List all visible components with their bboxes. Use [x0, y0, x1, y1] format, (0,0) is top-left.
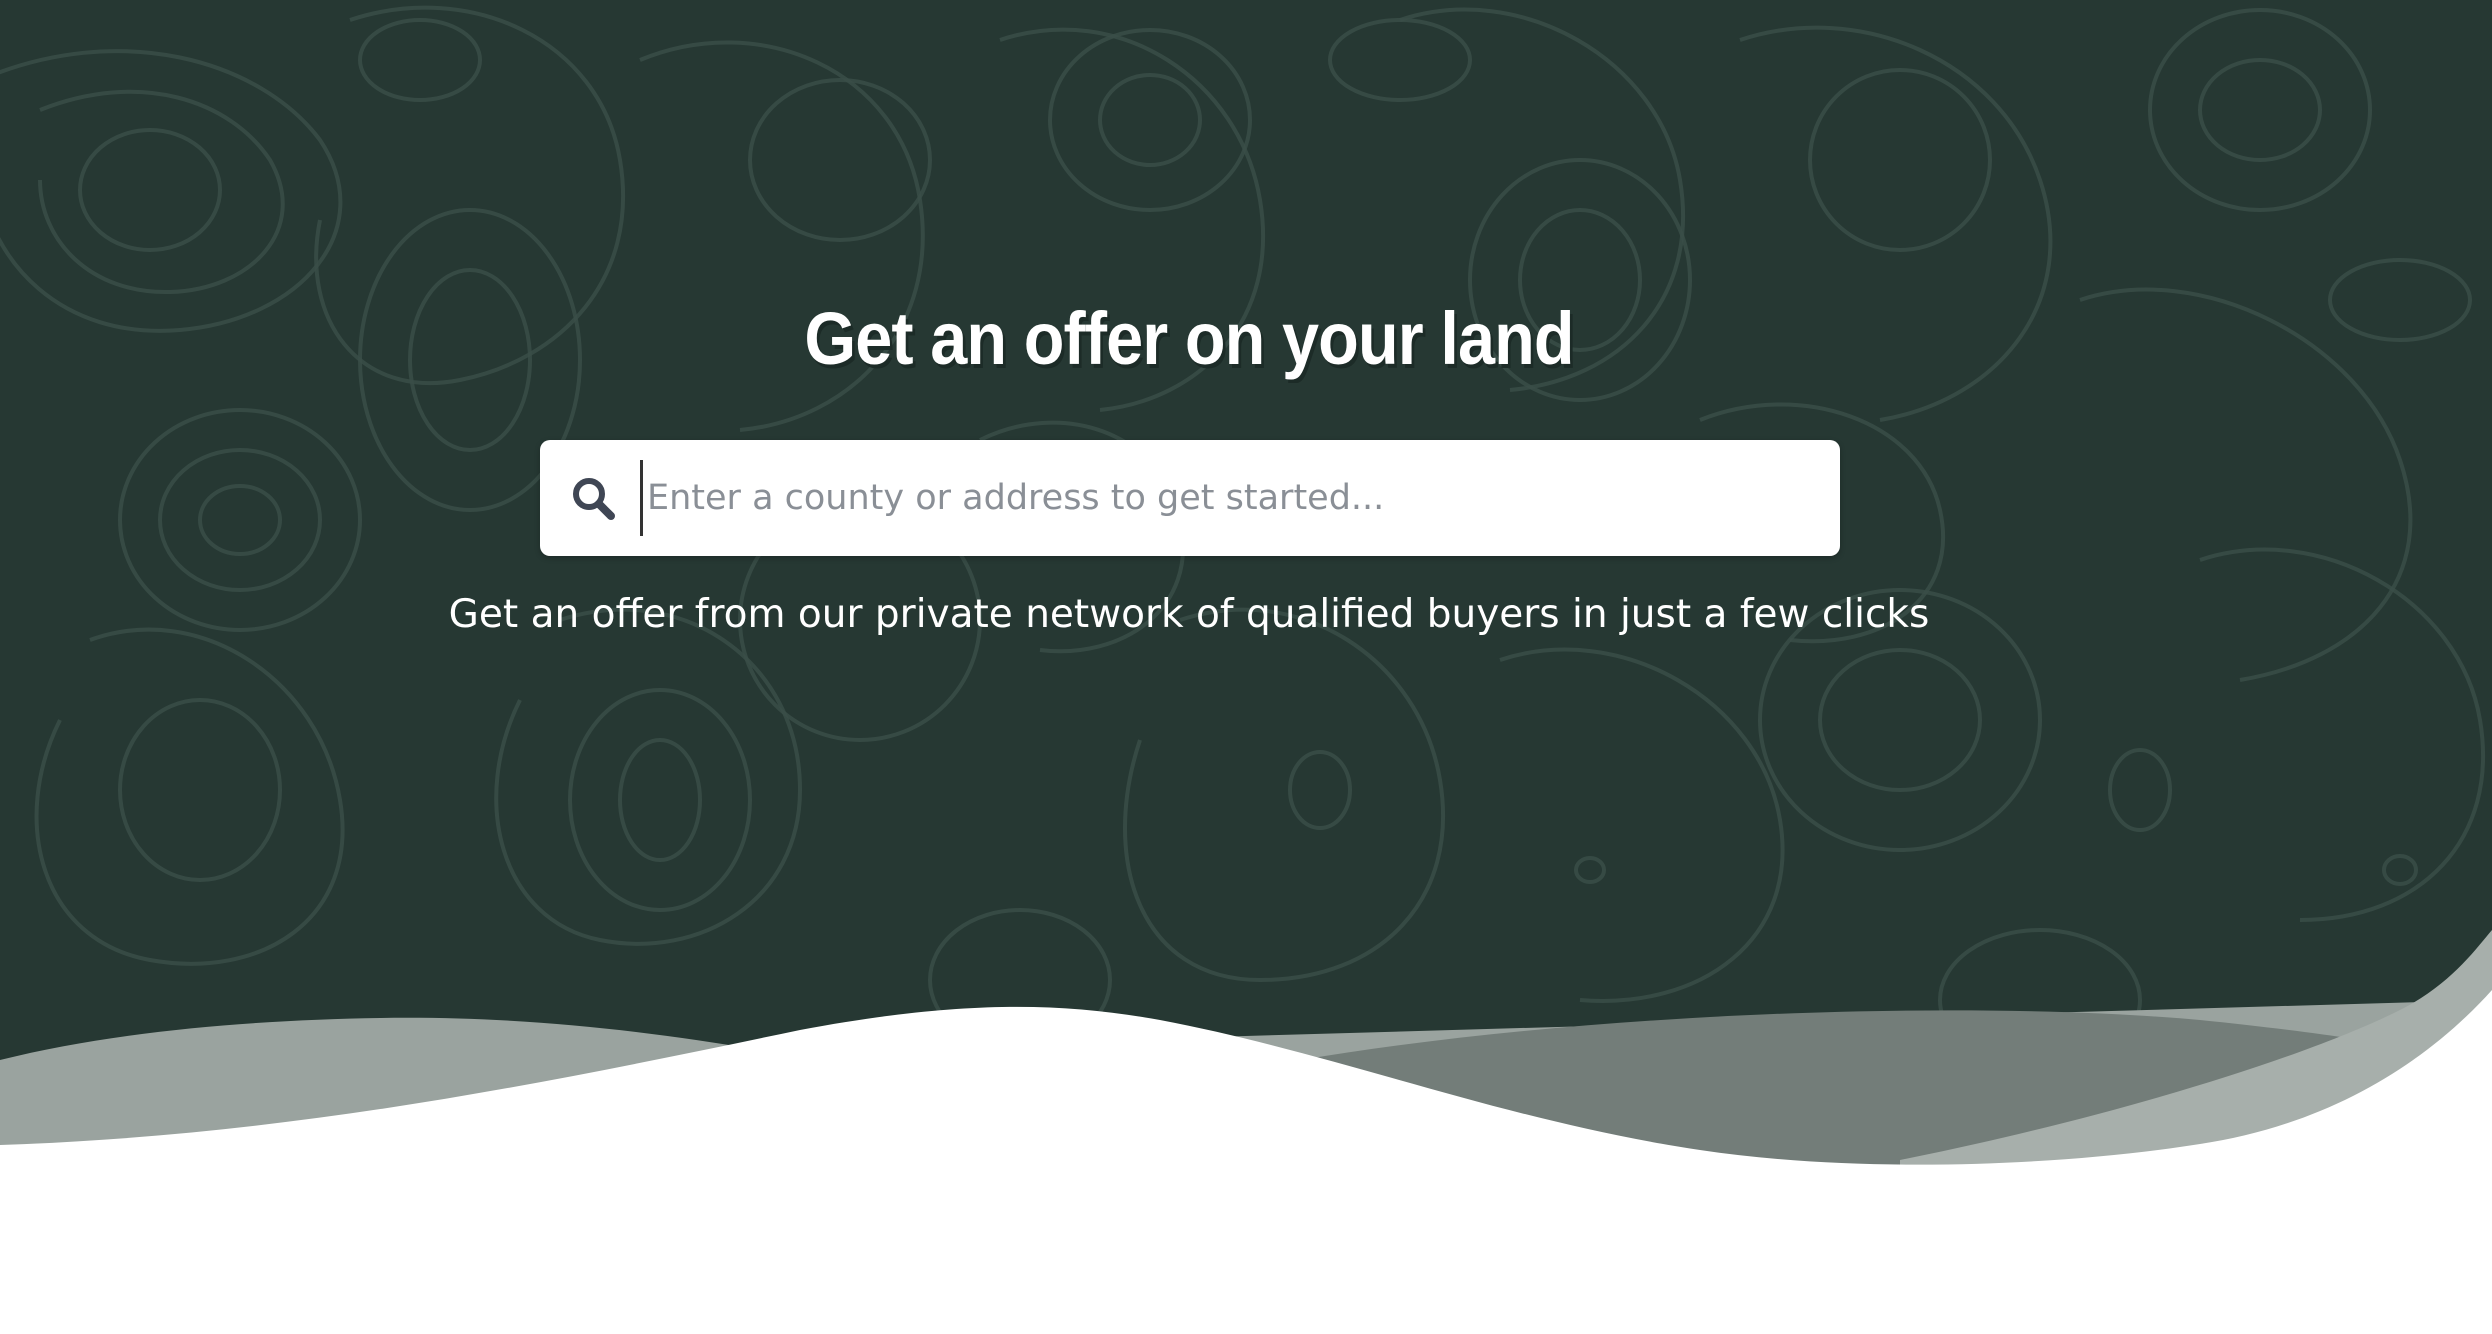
search-bar[interactable]	[540, 440, 1840, 556]
landing-page: Get an offer on your land Get an offer f…	[0, 0, 2492, 1334]
search-icon	[573, 478, 615, 520]
hero-subtitle: Get an offer from our private network of…	[448, 592, 1930, 637]
search-input[interactable]	[640, 460, 1817, 536]
page-title: Get an offer on your land	[804, 297, 1574, 380]
wave-divider	[0, 930, 2492, 1334]
